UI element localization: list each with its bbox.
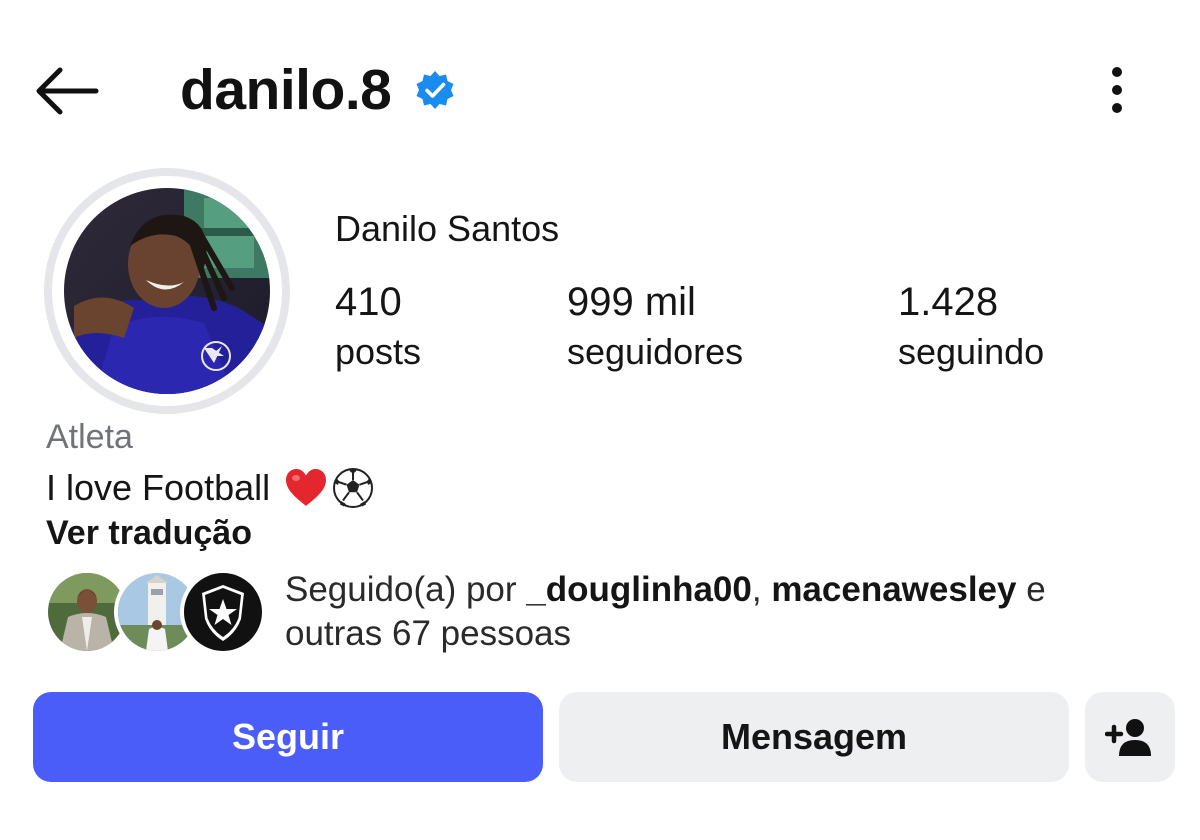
stat-value: 999 mil bbox=[567, 280, 696, 324]
suggested-accounts-button[interactable] bbox=[1085, 692, 1175, 782]
follow-button[interactable]: Seguir bbox=[33, 692, 543, 782]
mutual-follower-link[interactable]: macenawesley bbox=[771, 570, 1016, 609]
follower-avatar-3[interactable] bbox=[180, 569, 266, 655]
stat-posts[interactable]: 410 posts bbox=[335, 278, 421, 378]
back-button[interactable] bbox=[34, 64, 100, 118]
mutual-follower-link[interactable]: _douglinha00 bbox=[526, 570, 752, 609]
followed-by-text[interactable]: Seguido(a) por _douglinha00, macenawesle… bbox=[285, 568, 1165, 656]
username-row: danilo.8 bbox=[180, 54, 455, 126]
more-vertical-icon bbox=[1112, 67, 1122, 113]
more-options-button[interactable] bbox=[1098, 64, 1136, 118]
verified-badge-icon bbox=[416, 71, 454, 109]
back-arrow-icon bbox=[36, 67, 99, 115]
stat-following[interactable]: 1.428 seguindo bbox=[898, 278, 1044, 378]
red-heart-icon bbox=[286, 469, 327, 506]
stat-label: seguidores bbox=[567, 331, 744, 372]
message-button[interactable]: Mensagem bbox=[559, 692, 1069, 782]
profile-page: danilo.8 Danilo Santos 410 posts 999 mil… bbox=[0, 0, 1200, 840]
profile-avatar-ring[interactable] bbox=[44, 168, 290, 414]
profile-username: danilo.8 bbox=[180, 58, 392, 122]
soccer-ball-icon bbox=[333, 468, 374, 508]
profile-bio: I love Football bbox=[46, 464, 374, 512]
profile-category: Atleta bbox=[46, 418, 133, 456]
bio-text: I love Football bbox=[46, 467, 271, 508]
add-person-icon bbox=[1105, 719, 1151, 756]
stat-value: 1.428 bbox=[898, 280, 999, 324]
stat-label: seguindo bbox=[898, 331, 1045, 372]
stat-value: 410 bbox=[335, 280, 402, 324]
profile-full-name: Danilo Santos bbox=[335, 208, 560, 249]
see-translation-link[interactable]: Ver tradução bbox=[46, 514, 252, 553]
profile-avatar[interactable] bbox=[64, 188, 270, 394]
stat-label: posts bbox=[335, 331, 422, 372]
avatar-photo bbox=[64, 188, 270, 394]
stat-followers[interactable]: 999 mil seguidores bbox=[567, 278, 743, 378]
